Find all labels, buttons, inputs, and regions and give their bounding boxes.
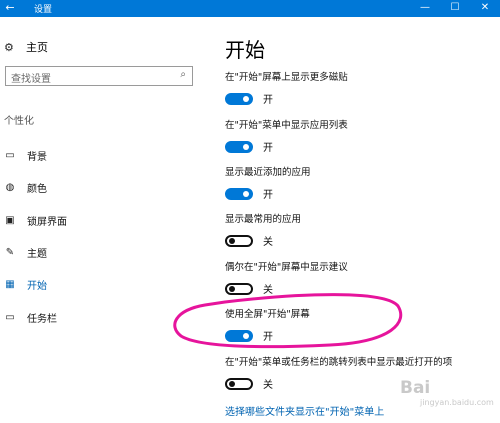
setting-item: 显示最近添加的应用开 (225, 164, 500, 201)
toggle-switch[interactable] (225, 377, 253, 390)
sidebar-item[interactable]: ▭ 任务栏 (3, 309, 57, 325)
setting-item: 显示最常用的应用关 (225, 211, 500, 248)
home-label: 主页 (26, 41, 48, 54)
toggle-knob (243, 95, 249, 102)
lockscreen-icon: ▣ (5, 214, 15, 226)
search-box[interactable]: 查找设置 ⌕ (5, 66, 193, 86)
sidebar-item-label: 颜色 (27, 183, 47, 195)
toggle-switch[interactable] (225, 282, 253, 295)
close-button[interactable]: ✕ (470, 0, 500, 17)
maximize-button[interactable]: ☐ (440, 0, 470, 17)
sidebar: ⚙ 主页 查找设置 ⌕ 个性化 ▭ 背景 ◍ 颜色 ▣ 锁屏界面 ✎ 主题 ▦ 开始 ▭ 任务栏 (0, 17, 205, 423)
minimize-button[interactable]: — (410, 0, 440, 17)
sidebar-item-label: 任务栏 (27, 313, 57, 325)
toggle-state-label: 开 (263, 332, 273, 343)
sidebar-item[interactable]: ✎ 主题 (3, 244, 47, 260)
toggle-knob (229, 380, 235, 387)
toggle-switch[interactable] (225, 92, 253, 105)
setting-label: 在"开始"菜单或任务栏的跳转列表中显示最近打开的项 (225, 357, 453, 368)
search-icon[interactable]: ⌕ (180, 69, 186, 80)
setting-item: 在"开始"菜单中显示应用列表开 (225, 117, 500, 154)
toggle-state-label: 开 (263, 95, 273, 106)
setting-label: 使用全屏"开始"屏幕 (225, 309, 310, 320)
toggle-state-label: 关 (263, 380, 273, 391)
start-icon: ▦ (5, 278, 15, 290)
setting-label: 在"开始"菜单中显示应用列表 (225, 120, 348, 131)
setting-row: 开 (225, 139, 500, 154)
setting-label: 在"开始"屏幕上显示更多磁贴 (225, 72, 348, 83)
setting-row: 关 (225, 376, 500, 391)
setting-row: 开 (225, 186, 500, 201)
toggle-state-label: 开 (263, 143, 273, 154)
toggle-knob (229, 285, 235, 292)
sidebar-item[interactable]: ◍ 颜色 (3, 179, 47, 195)
gear-icon: ⚙ (4, 40, 14, 54)
title-bar: ← 设置 — ☐ ✕ (0, 0, 500, 17)
toggle-state-label: 开 (263, 190, 273, 201)
search-placeholder: 查找设置 (11, 74, 51, 85)
palette-icon: ◍ (5, 181, 15, 193)
setting-item: 在"开始"菜单或任务栏的跳转列表中显示最近打开的项关 (225, 354, 500, 391)
back-arrow-icon[interactable]: ← (3, 0, 17, 17)
sidebar-item[interactable]: ▭ 背景 (3, 147, 47, 163)
sidebar-item-label: 背景 (27, 151, 47, 163)
setting-row: 关 (225, 233, 500, 248)
toggle-switch[interactable] (225, 234, 253, 247)
home-nav-item[interactable]: ⚙ 主页 (4, 39, 48, 55)
toggle-switch[interactable] (225, 140, 253, 153)
setting-item: 在"开始"屏幕上显示更多磁贴开 (225, 69, 500, 106)
setting-label: 显示最近添加的应用 (225, 167, 311, 178)
section-header: 个性化 (4, 116, 34, 127)
sidebar-item[interactable]: ▦ 开始 (3, 276, 47, 292)
setting-row: 关 (225, 281, 500, 296)
setting-row: 开 (225, 91, 500, 106)
window-title: 设置 (34, 5, 53, 15)
toggle-switch[interactable] (225, 329, 253, 342)
setting-label: 偶尔在"开始"屏幕中显示建议 (225, 262, 348, 273)
watermark: Bai (400, 378, 431, 398)
toggle-switch[interactable] (225, 187, 253, 200)
image-icon: ▭ (5, 149, 15, 161)
toggle-state-label: 关 (263, 237, 273, 248)
sidebar-item-label: 主题 (27, 248, 47, 260)
setting-label: 显示最常用的应用 (225, 214, 302, 225)
setting-row: 开 (225, 328, 500, 343)
choose-folders-link[interactable]: 选择哪些文件夹显示在"开始"菜单上 (225, 403, 384, 418)
toggle-knob (243, 143, 249, 150)
toggle-state-label: 关 (263, 285, 273, 296)
toggle-knob (229, 237, 235, 244)
watermark-sub: jingyan.baidu.com (420, 398, 494, 407)
setting-item: 使用全屏"开始"屏幕开 (225, 306, 500, 343)
sidebar-item-label: 开始 (27, 280, 47, 292)
theme-icon: ✎ (5, 246, 15, 258)
toggle-knob (243, 190, 249, 197)
page-title: 开始 (225, 38, 265, 62)
sidebar-item[interactable]: ▣ 锁屏界面 (3, 212, 67, 228)
setting-item: 偶尔在"开始"屏幕中显示建议关 (225, 259, 500, 296)
main-content: 开始 在"开始"屏幕上显示更多磁贴开在"开始"菜单中显示应用列表开显示最近添加的… (205, 17, 500, 423)
toggle-knob (243, 332, 249, 339)
sidebar-item-label: 锁屏界面 (27, 216, 67, 228)
taskbar-icon: ▭ (5, 311, 15, 323)
